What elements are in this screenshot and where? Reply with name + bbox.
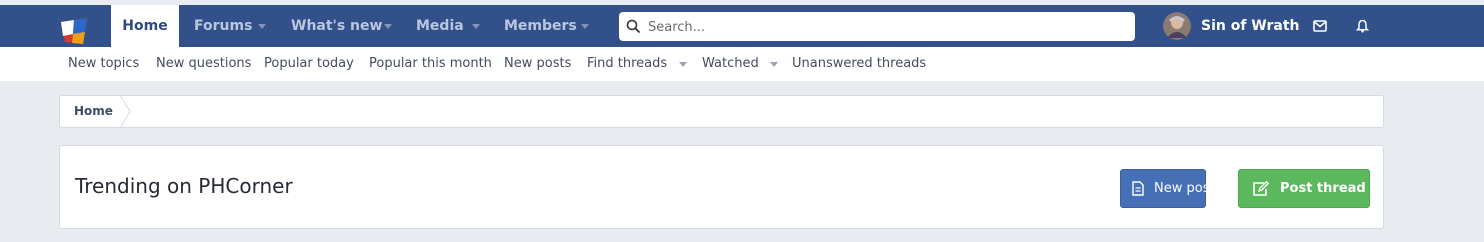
watched-dropdown-caret-icon[interactable] <box>770 62 778 67</box>
subnav-popular-today[interactable]: Popular today <box>264 47 354 81</box>
subnav-watched[interactable]: Watched <box>702 47 759 81</box>
search-input[interactable] <box>646 12 1130 43</box>
nav-tab-members[interactable]: Members <box>504 5 577 47</box>
sub-navigation: New topics New questions Popular today P… <box>0 47 1484 81</box>
edit-icon <box>1253 181 1269 196</box>
top-navigation-bar: Home Forums What's new Media Members Sin… <box>0 5 1484 47</box>
subnav-find-threads[interactable]: Find threads <box>587 47 667 81</box>
new-posts-button[interactable]: New posts <box>1120 169 1221 208</box>
nav-tab-whats-new[interactable]: What's new <box>291 5 382 47</box>
find-threads-dropdown-caret-icon[interactable] <box>679 62 687 67</box>
nav-tab-forums[interactable]: Forums <box>194 5 252 47</box>
breadcrumb-separator-icon <box>119 95 131 128</box>
new-posts-label: New posts <box>1154 181 1222 196</box>
envelope-icon[interactable] <box>1313 20 1327 32</box>
user-name[interactable]: Sin of Wrath <box>1201 5 1300 47</box>
page-title: Trending on PHCorner <box>75 174 293 198</box>
subnav-unanswered-threads[interactable]: Unanswered threads <box>792 47 926 81</box>
whats-new-dropdown-caret-icon[interactable] <box>384 24 392 29</box>
nav-tab-media[interactable]: Media <box>416 5 464 47</box>
breadcrumb: Home <box>59 95 1384 128</box>
post-thread-button[interactable]: Post thread <box>1238 169 1370 208</box>
forums-dropdown-caret-icon[interactable] <box>258 24 266 29</box>
post-thread-label: Post thread <box>1280 181 1366 196</box>
bell-icon[interactable] <box>1356 19 1369 33</box>
subnav-popular-this-month[interactable]: Popular this month <box>369 47 492 81</box>
site-logo[interactable] <box>57 14 91 48</box>
document-icon <box>1132 181 1144 196</box>
subnav-new-questions[interactable]: New questions <box>156 47 251 81</box>
subnav-new-topics[interactable]: New topics <box>68 47 139 81</box>
breadcrumb-home[interactable]: Home <box>74 96 113 127</box>
avatar[interactable] <box>1163 12 1191 40</box>
members-dropdown-caret-icon[interactable] <box>581 24 589 29</box>
media-dropdown-caret-icon[interactable] <box>472 24 480 29</box>
search-icon <box>626 19 641 34</box>
subnav-new-posts[interactable]: New posts <box>504 47 571 81</box>
nav-tab-home[interactable]: Home <box>111 5 179 47</box>
search-box[interactable] <box>619 12 1135 43</box>
page-header: Trending on PHCorner New posts Post thre… <box>59 145 1384 229</box>
